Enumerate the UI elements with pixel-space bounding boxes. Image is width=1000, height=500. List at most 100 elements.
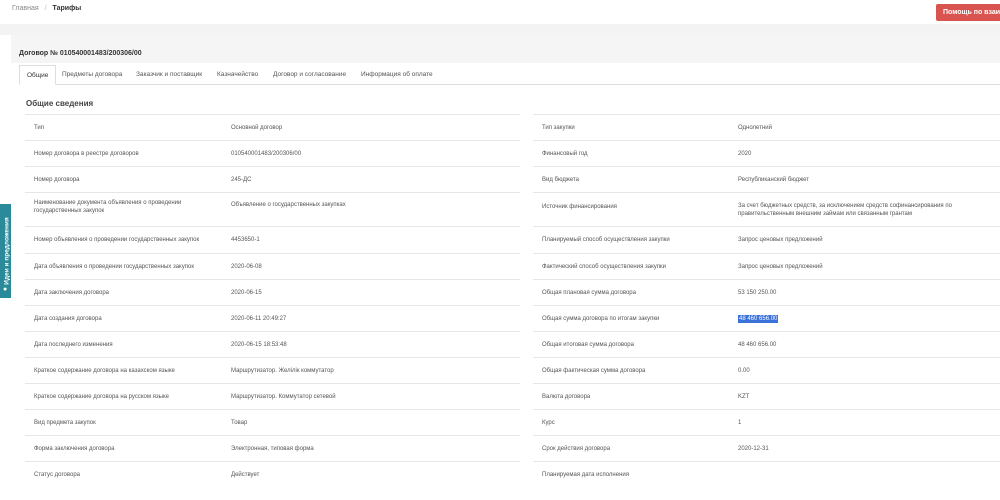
field-value: 2020 [738,150,752,157]
field-label: Вид бюджета [542,176,579,183]
field-label: Тип [34,124,45,131]
field-value: 0.00 [738,367,750,374]
breadcrumb: Главная / Тарифы [12,5,81,12]
info-row: Финансовый год 2020 [533,140,1000,166]
field-value: Запрос ценовых предложений [738,263,823,270]
field-value: 53 150 250.00 [738,289,777,296]
info-row: Наименование документа объявления о пров… [25,192,520,226]
field-value: Основной договор [231,124,283,131]
field-value: 48 460 656.00 [738,341,777,348]
info-row: Срок действия договора 2020-12-31 [533,435,1000,461]
info-row: Дата последнего изменения 2020-06-15 18:5… [25,331,520,357]
field-value: 2020-12-31 [738,445,769,452]
field-value: Электронная, типовая форма [231,445,314,452]
field-label: Дата объявления о проведении государстве… [34,263,194,270]
tab-bar: Общие Предметы договора Заказчик и поста… [19,65,1000,85]
field-value: Маршрутизатор. Желілік коммутатор [231,367,334,374]
info-row: Общая фактическая сумма договора 0.00 [533,357,1000,383]
field-label: Планируемый способ осуществления закупки [542,236,670,243]
field-value: Однолетний [738,124,772,131]
tab-treasury[interactable]: Казначейство [210,65,265,84]
section-title: Общие сведения [26,99,94,108]
field-value: 010540001483/200306/00 [231,150,302,157]
field-value: 1 [738,419,742,426]
field-value: 2020-06-08 [231,263,262,270]
field-label: Дата заключения договора [34,289,110,296]
field-label: Номер договора [34,176,80,183]
field-value: 48 460 656.00 [738,306,1000,331]
contract-title: Договор № 010540001483/200306/00 [19,50,142,57]
info-row: Дата создания договора 2020-06-11 20:49:2… [25,305,520,331]
field-label: Общая сумма договора по итогам закупки [542,315,660,322]
info-row: Фактический способ осуществления закупки… [533,253,1000,279]
field-label: Общая итоговая сумма договора [542,341,634,348]
tab-general[interactable]: Общие [19,65,57,85]
tab-contract-approval[interactable]: Договор и согласование [266,65,353,84]
field-value: Запрос ценовых предложений [738,236,823,243]
field-label: Источник финансирования [542,204,617,210]
breadcrumb-current: Тарифы [52,5,82,12]
field-label: Фактический способ осуществления закупки [542,263,667,270]
field-value: 245-ДС [231,176,252,183]
tab-contract-items[interactable]: Предметы договора [55,65,129,84]
lightbulb-icon: ● [3,286,8,293]
field-label: Номер объявления о проведении государств… [34,236,200,243]
field-value: 2020-06-11 20:49:27 [231,315,287,322]
info-row: Номер объявления о проведении государств… [25,226,520,252]
field-label: Форма заключения договора [34,445,115,452]
field-value: Действует [231,471,260,478]
info-row: Планируемая дата исполнения [533,461,1000,487]
info-row: Номер договора в реестре договоров 010540… [25,140,520,166]
field-label: Срок действия договора [542,445,611,452]
field-value: 2020-06-15 18:53:48 [231,341,287,348]
field-value: 2020-06-15 [231,289,262,296]
info-row: Общая итоговая сумма договора 48 460 656.… [533,331,1000,357]
help-button[interactable]: Помощь по взаимо [936,4,1000,21]
field-label: Наименование документа объявления о пров… [34,200,182,214]
info-row: Дата заключения договора 2020-06-15 [25,279,520,305]
breadcrumb-home-link[interactable]: Главная [12,5,39,12]
field-label: Финансовый год [542,150,588,157]
ideas-side-tab-label: Идеи и предложения [3,217,11,285]
selected-text-highlight: 48 460 656.00 [738,314,779,323]
info-row: Тип закупки Однолетний [533,114,1000,140]
field-label: Планируемая дата исполнения [542,471,629,478]
tab-customer-supplier[interactable]: Заказчик и поставщик [129,65,209,84]
field-label: Общая фактическая сумма договора [542,367,646,374]
info-row: Статус договора Действует [25,461,520,487]
info-row: Общая сумма договора по итогам закупки 48… [533,305,1000,331]
info-row: Тип Основной договор [25,114,520,140]
field-value: Товар [231,419,248,426]
info-row: Источник финансирования За счет бюджетных… [533,192,1000,226]
info-row: Общая плановая сумма договора 53 150 250.… [533,279,1000,305]
field-value: 4453650-1 [231,236,260,243]
info-row: Форма заключения договора Электронная, ти… [25,435,520,461]
info-row: Валюта договора KZT [533,383,1000,409]
card-header: Договор № 010540001483/200306/00 [11,35,1000,63]
info-row: Вид бюджета Республиканский бюджет [533,166,1000,192]
info-row: Вид предмета закупок Товар [25,409,520,435]
field-value: Маршрутизатор. Коммутатор сетевой [231,393,336,400]
field-label: Валюта договора [542,393,591,400]
field-label: Краткое содержание договора на русском я… [34,393,169,400]
info-row: Дата объявления о проведении государстве… [25,253,520,279]
field-value: Республиканский бюджет [738,176,810,183]
field-label: Статус договора [34,471,80,478]
breadcrumb-separator: / [44,5,47,12]
field-value: Объявление о государственных закупках [231,202,346,208]
info-row: Краткое содержание договора на русском я… [25,383,520,409]
field-value: За счет бюджетных средств, за исключение… [738,203,952,217]
field-label: Тип закупки [542,124,575,131]
field-label: Дата последнего изменения [34,341,113,348]
tab-payment-info[interactable]: Информация об оплате [354,65,440,84]
info-row: Краткое содержание договора на казахском… [25,357,520,383]
field-label: Вид предмета закупок [34,419,96,426]
field-label: Курс [542,419,555,426]
field-label: Номер договора в реестре договоров [34,150,139,157]
field-value: KZT [738,393,750,400]
field-label: Дата создания договора [34,315,102,322]
info-row: Планируемый способ осуществления закупки… [533,226,1000,252]
field-value [738,462,1000,487]
field-label: Общая плановая сумма договора [542,289,636,296]
info-row: Курс 1 [533,409,1000,435]
